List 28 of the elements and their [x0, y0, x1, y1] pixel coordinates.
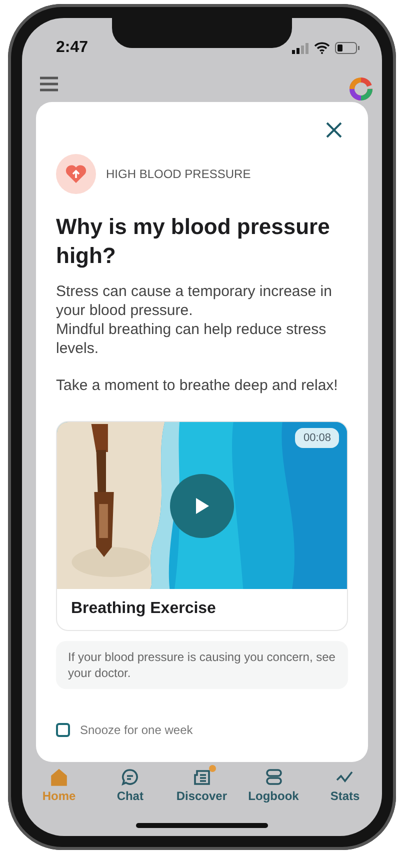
video-card[interactable]: 00:08 Breathing Exercise — [56, 421, 348, 631]
menu-icon[interactable] — [40, 76, 58, 92]
status-time: 2:47 — [56, 39, 88, 57]
signal-icon — [292, 42, 309, 54]
nav-tab[interactable]: Chat — [105, 768, 156, 803]
heart-badge-icon — [56, 154, 96, 194]
logo-icon — [348, 76, 374, 102]
duration-badge: 00:08 — [295, 428, 339, 448]
advice-note: If your blood pressure is causing you concern, see your doctor. — [56, 641, 348, 689]
play-icon — [193, 496, 211, 516]
list-icon — [264, 768, 284, 786]
body-paragraph: Take a moment to breathe deep and relax! — [56, 376, 339, 395]
snooze-label: Snooze for one week — [80, 723, 193, 737]
notification-dot — [208, 765, 216, 772]
chat-icon — [120, 768, 140, 786]
home-icon — [49, 768, 69, 786]
body-paragraph: Stress can cause a temporary increase in your blood pressure. Mindful breathing can help reduce stress levels. — [56, 282, 333, 358]
snooze-checkbox[interactable] — [56, 723, 70, 737]
modal-title: Why is my blood pressure high? — [56, 213, 331, 270]
video-title: Breathing Exercise — [70, 599, 217, 619]
wifi-icon — [314, 42, 330, 54]
battery-icon — [335, 42, 360, 54]
nav-tab[interactable]: Stats — [320, 768, 370, 803]
close-icon — [325, 121, 343, 139]
news-icon — [192, 768, 212, 786]
category-label: HIGH BLOOD PRESSURE — [106, 167, 251, 181]
nav-tab[interactable]: Discover — [176, 768, 228, 803]
nav-tab[interactable]: Logbook — [248, 768, 299, 803]
